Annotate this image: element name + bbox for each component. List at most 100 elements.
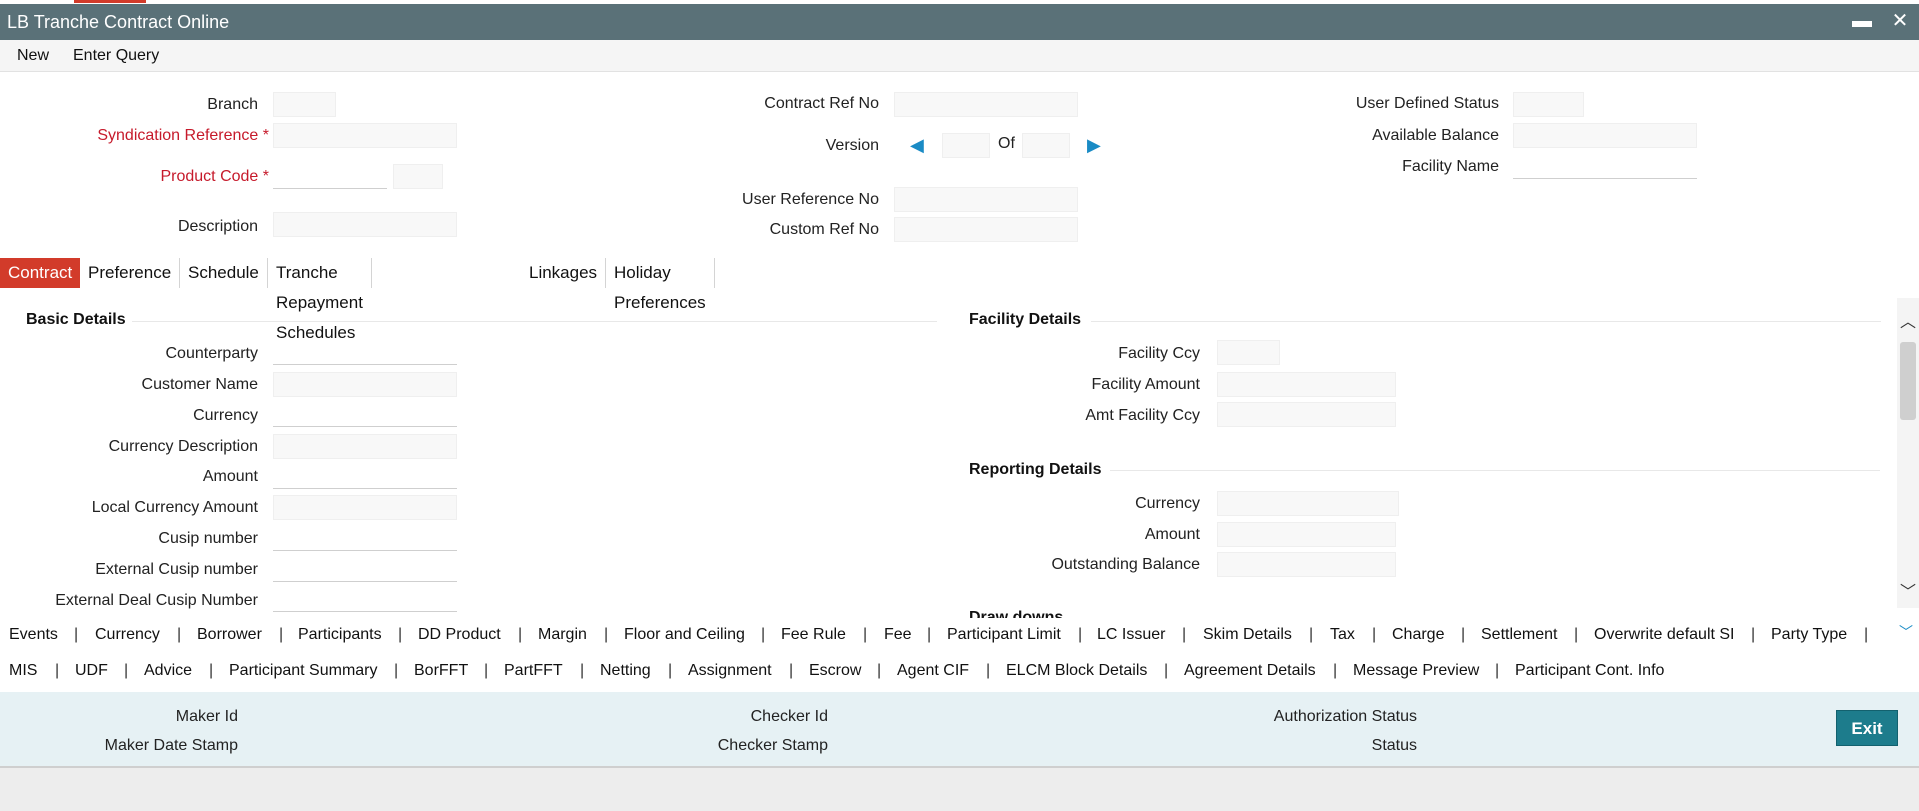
facility-amount-label: Facility Amount xyxy=(1091,376,1200,393)
previous-version-icon[interactable]: ◀ xyxy=(910,135,924,156)
user-reference-no-label: User Reference No xyxy=(742,191,879,208)
version-total-field[interactable] xyxy=(1022,133,1070,158)
link-fee-rule[interactable]: Fee Rule xyxy=(781,626,846,644)
title-bar: LB Tranche Contract Online ▬ ✕ xyxy=(0,4,1919,40)
link-escrow[interactable]: Escrow xyxy=(809,662,861,680)
user-reference-no-field[interactable] xyxy=(894,187,1078,212)
reporting-details-rule xyxy=(1110,470,1880,471)
counterparty-field[interactable] xyxy=(273,340,457,365)
link-skim-details[interactable]: Skim Details xyxy=(1203,626,1292,644)
link-udf[interactable]: UDF xyxy=(75,662,108,680)
link-floor-and-ceiling[interactable]: Floor and Ceiling xyxy=(624,626,745,644)
syndication-reference-field[interactable] xyxy=(273,123,457,148)
tab-holiday-preferences[interactable]: Holiday Preferences xyxy=(606,258,715,312)
scroll-down-icon[interactable]: ﹀ xyxy=(1899,584,1917,602)
enter-query-button[interactable]: Enter Query xyxy=(73,47,159,65)
local-currency-amount-field[interactable] xyxy=(273,495,457,520)
description-field[interactable] xyxy=(273,212,457,237)
link-currency[interactable]: Currency xyxy=(95,626,160,644)
external-cusip-number-field[interactable] xyxy=(273,557,457,582)
link-participant-summary[interactable]: Participant Summary xyxy=(229,662,378,680)
currency-description-field[interactable] xyxy=(273,434,457,459)
user-defined-status-field[interactable] xyxy=(1513,92,1584,117)
link-advice[interactable]: Advice xyxy=(144,662,192,680)
link-dd-product[interactable]: DD Product xyxy=(418,626,501,644)
link-partfft[interactable]: PartFFT xyxy=(504,662,563,680)
link-mis[interactable]: MIS xyxy=(9,662,37,680)
facility-name-field[interactable] xyxy=(1513,154,1697,179)
link-participants[interactable]: Participants xyxy=(298,626,382,644)
currency-field[interactable] xyxy=(273,402,457,427)
link-borfft[interactable]: BorFFT xyxy=(414,662,468,680)
audit-footer: Maker Id Maker Date Stamp Checker Id Che… xyxy=(0,692,1919,766)
link-tax[interactable]: Tax xyxy=(1330,626,1355,644)
version-field[interactable] xyxy=(942,133,990,158)
facility-ccy-field[interactable] xyxy=(1217,340,1280,365)
link-elcm-block-details[interactable]: ELCM Block Details xyxy=(1006,662,1147,680)
tab-schedule[interactable]: Schedule xyxy=(180,258,268,288)
link-participant-limit[interactable]: Participant Limit xyxy=(947,626,1061,644)
facility-amount-field[interactable] xyxy=(1217,372,1396,397)
link-separator: | xyxy=(1333,662,1338,679)
syndication-reference-label: Syndication Reference * xyxy=(97,127,269,144)
link-assignment[interactable]: Assignment xyxy=(688,662,772,680)
link-separator: | xyxy=(789,662,794,679)
reporting-amount-field[interactable] xyxy=(1217,522,1396,547)
local-currency-amount-label: Local Currency Amount xyxy=(91,499,258,516)
scroll-up-icon[interactable]: ︿ xyxy=(1899,314,1917,332)
link-message-preview[interactable]: Message Preview xyxy=(1353,662,1479,680)
link-settlement[interactable]: Settlement xyxy=(1481,626,1557,644)
new-button[interactable]: New xyxy=(17,47,49,65)
expand-links-icon[interactable]: ﹀ xyxy=(1899,622,1913,642)
user-defined-status-label: User Defined Status xyxy=(1355,95,1499,112)
link-separator: | xyxy=(394,662,399,679)
exit-button[interactable]: Exit xyxy=(1836,710,1898,746)
link-party-type[interactable]: Party Type xyxy=(1771,626,1847,644)
product-code-field[interactable] xyxy=(273,164,387,189)
contract-ref-no-field[interactable] xyxy=(894,92,1078,117)
reporting-currency-field[interactable] xyxy=(1217,491,1399,516)
close-icon[interactable]: ✕ xyxy=(1889,10,1911,32)
link-separator: | xyxy=(877,662,882,679)
tab-preference[interactable]: Preference xyxy=(80,258,181,288)
minimize-icon[interactable]: ▬ xyxy=(1851,10,1873,32)
link-agreement-details[interactable]: Agreement Details xyxy=(1184,662,1316,680)
link-fee[interactable]: Fee xyxy=(884,626,912,644)
link-charge[interactable]: Charge xyxy=(1392,626,1444,644)
draw-downs-title: Draw downs xyxy=(969,609,1064,618)
custom-ref-no-field[interactable] xyxy=(894,217,1078,242)
branch-field[interactable] xyxy=(273,92,336,117)
external-deal-cusip-number-field[interactable] xyxy=(273,588,457,612)
tab-linkages[interactable]: Linkages xyxy=(521,258,607,288)
link-participant-cont-info[interactable]: Participant Cont. Info xyxy=(1515,662,1664,680)
link-overwrite-default-si[interactable]: Overwrite default SI xyxy=(1594,626,1735,644)
link-separator: | xyxy=(604,626,609,643)
next-version-icon[interactable]: ▶ xyxy=(1087,135,1101,156)
link-netting[interactable]: Netting xyxy=(600,662,651,680)
scrollbar-thumb[interactable] xyxy=(1900,342,1916,420)
link-borrower[interactable]: Borrower xyxy=(197,626,262,644)
reporting-details-title: Reporting Details xyxy=(969,461,1102,478)
facility-details-rule xyxy=(1091,321,1881,322)
link-separator: | xyxy=(668,662,673,679)
link-separator: | xyxy=(398,626,403,643)
product-description-short-field[interactable] xyxy=(393,164,443,189)
link-lc-issuer[interactable]: LC Issuer xyxy=(1097,626,1165,644)
amt-facility-ccy-field[interactable] xyxy=(1217,402,1396,427)
link-separator: | xyxy=(927,626,932,643)
vertical-scrollbar[interactable]: ︿ ﹀ xyxy=(1897,298,1919,608)
available-balance-field[interactable] xyxy=(1513,123,1697,148)
tab-tranche-repayment-schedules[interactable]: Tranche Repayment Schedules xyxy=(268,258,372,342)
link-separator: | xyxy=(986,662,991,679)
link-separator: | xyxy=(74,626,79,643)
link-separator: | xyxy=(55,662,60,679)
amount-field[interactable] xyxy=(273,464,457,489)
outstanding-balance-field[interactable] xyxy=(1217,552,1396,577)
currency-label: Currency xyxy=(193,407,258,424)
cusip-number-field[interactable] xyxy=(273,526,457,551)
customer-name-field[interactable] xyxy=(273,372,457,397)
tab-contract[interactable]: Contract xyxy=(0,258,81,288)
link-margin[interactable]: Margin xyxy=(538,626,587,644)
link-agent-cif[interactable]: Agent CIF xyxy=(897,662,969,680)
link-events[interactable]: Events xyxy=(9,626,58,644)
